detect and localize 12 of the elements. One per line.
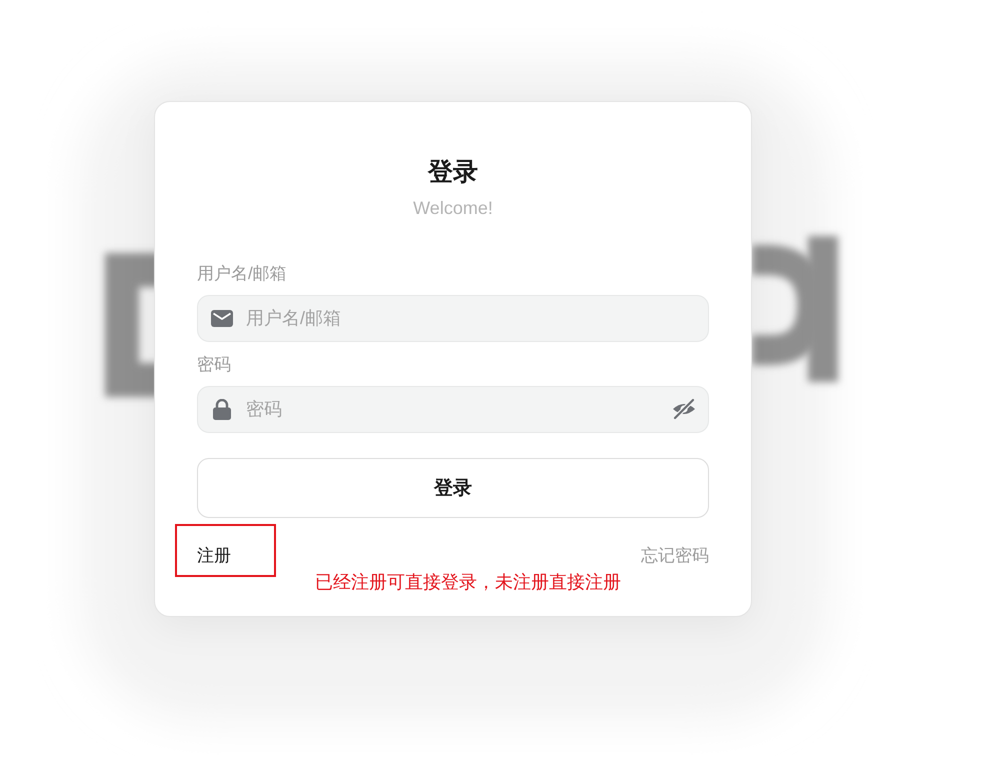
- username-field[interactable]: 用户名/邮箱: [197, 295, 709, 342]
- register-link[interactable]: 注册: [197, 545, 231, 567]
- eye-slash-icon[interactable]: [672, 398, 696, 420]
- password-field[interactable]: 密码: [197, 386, 709, 433]
- lock-icon: [213, 399, 231, 420]
- envelope-icon: [211, 310, 233, 327]
- welcome-subtitle: Welcome!: [413, 197, 493, 219]
- login-button[interactable]: 登录: [197, 458, 709, 518]
- login-title: 登录: [428, 157, 478, 188]
- field-label: 密码: [197, 354, 231, 376]
- field-label: 用户名/邮箱: [197, 263, 287, 285]
- annotation-note: 已经注册可直接登录，未注册直接注册: [315, 571, 621, 594]
